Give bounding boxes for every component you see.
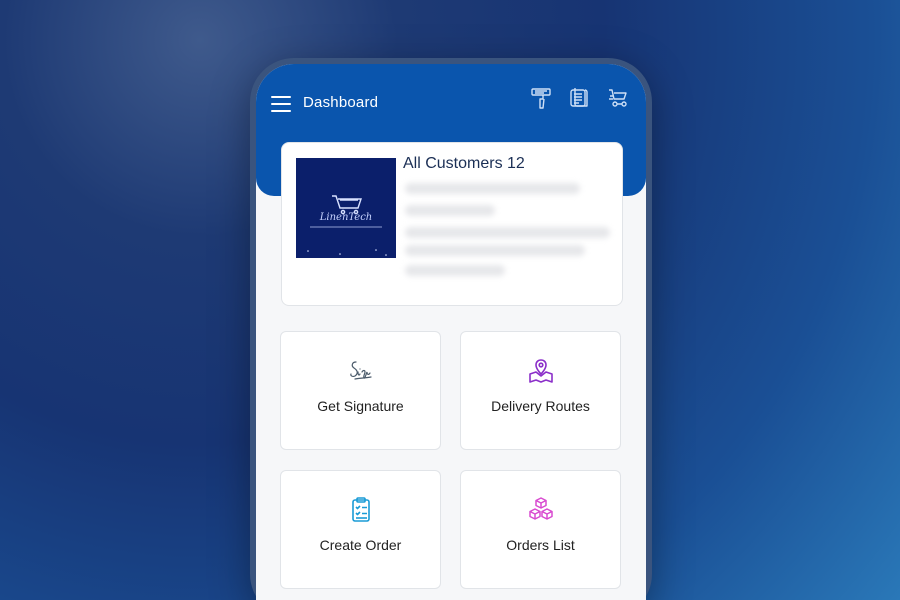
- tile-label: Delivery Routes: [491, 398, 590, 414]
- page-title: Dashboard: [303, 94, 379, 111]
- redacted-line: [405, 245, 585, 256]
- create-order-button[interactable]: Create Order: [280, 470, 441, 589]
- delivery-truck-icon[interactable]: [606, 86, 630, 110]
- boxes-icon: [528, 497, 553, 520]
- orders-list-button[interactable]: Orders List: [460, 470, 621, 589]
- map-pin-icon: [528, 359, 553, 383]
- app-screen: Dashboard LinenTech All Customers 12 Get…: [256, 64, 646, 600]
- customer-card-title: All Customers 12: [403, 155, 525, 172]
- signature-icon: [349, 361, 372, 380]
- redacted-line: [405, 265, 505, 276]
- tile-label: Orders List: [506, 537, 575, 553]
- company-logo: LinenTech: [296, 158, 396, 258]
- logo-wordmark: LinenTech: [319, 212, 373, 223]
- redacted-line: [405, 205, 495, 216]
- tile-label: Get Signature: [317, 398, 404, 414]
- hamburger-menu-icon[interactable]: [271, 96, 291, 112]
- notes-icon[interactable]: [568, 86, 592, 110]
- get-signature-button[interactable]: Get Signature: [280, 331, 441, 450]
- phone-frame: Dashboard LinenTech All Customers 12 Get…: [250, 58, 652, 600]
- redacted-line: [405, 227, 610, 238]
- scanner-icon[interactable]: [530, 86, 554, 110]
- tile-label: Create Order: [319, 537, 402, 553]
- clipboard-icon: [351, 497, 370, 522]
- cart-logo-icon: [307, 195, 387, 256]
- logo-tagline: [310, 226, 382, 228]
- customer-card[interactable]: LinenTech All Customers 12: [281, 142, 623, 306]
- delivery-routes-button[interactable]: Delivery Routes: [460, 331, 621, 450]
- redacted-line: [405, 183, 580, 194]
